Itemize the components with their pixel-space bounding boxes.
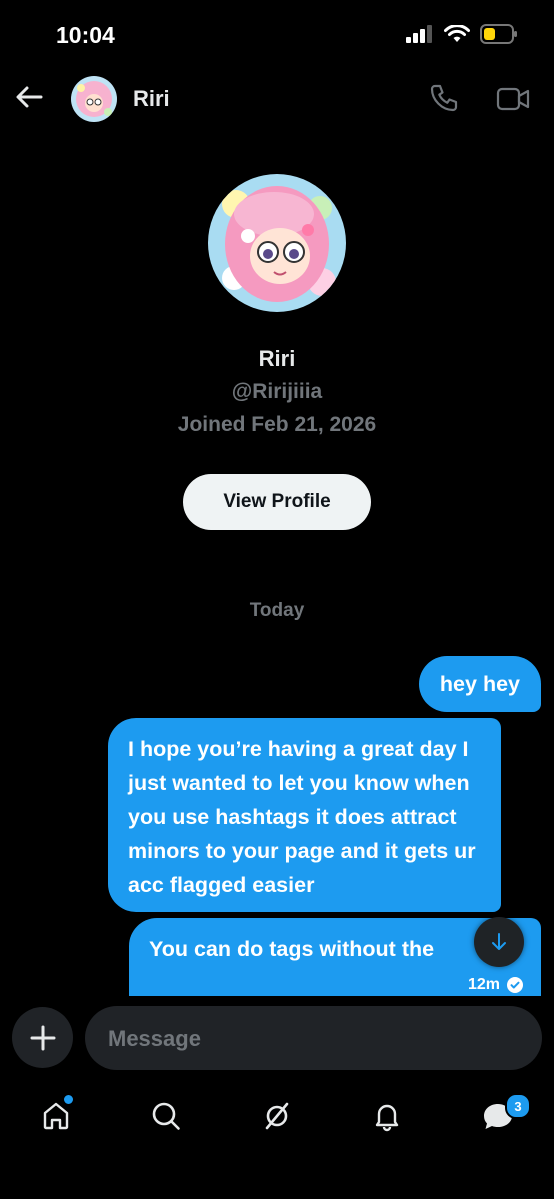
phone-icon — [430, 84, 458, 112]
arrow-down-icon — [492, 933, 506, 950]
message-text: I hope you’re having a great day I just … — [128, 737, 476, 897]
profile-joined-date: Joined Feb 21, 2026 — [177, 413, 377, 436]
scroll-to-bottom-button[interactable] — [474, 917, 524, 967]
search-icon — [152, 1102, 180, 1130]
message-bubble[interactable]: hey hey — [418, 656, 541, 712]
back-button[interactable] — [14, 82, 44, 112]
plus-icon — [30, 1025, 55, 1050]
avatar-image — [71, 76, 117, 122]
avatar-image — [208, 174, 346, 312]
message-time: 12m — [467, 976, 500, 993]
video-camera-icon — [496, 87, 530, 111]
battery-icon — [480, 24, 517, 44]
back-arrow-icon — [16, 86, 43, 108]
messages-badge: 3 — [505, 1093, 531, 1119]
add-attachment-button[interactable] — [12, 1007, 73, 1068]
view-profile-button[interactable]: View Profile — [183, 474, 371, 530]
home-notification-dot — [62, 1093, 75, 1106]
wifi-icon — [444, 25, 470, 42]
signal-icon — [406, 25, 432, 43]
tab-grok[interactable] — [257, 1096, 297, 1136]
tab-search[interactable] — [146, 1096, 186, 1136]
header-avatar[interactable] — [71, 76, 117, 122]
status-time: 10:04 — [56, 22, 115, 48]
status-icons — [406, 24, 518, 44]
profile-handle: @Ririjiiia — [231, 380, 323, 403]
tab-notifications[interactable] — [367, 1096, 407, 1136]
profile-avatar[interactable] — [208, 174, 346, 312]
grok-icon — [265, 1102, 289, 1130]
message-input[interactable] — [85, 1006, 510, 1072]
date-separator: Today — [249, 600, 305, 621]
bell-icon — [375, 1104, 399, 1132]
message-text: You can do tags without the — [149, 937, 435, 961]
message-field[interactable] — [85, 1006, 542, 1072]
video-call-button[interactable] — [496, 84, 530, 114]
message-meta: 12m — [468, 968, 523, 996]
header-name[interactable]: Riri — [133, 86, 170, 112]
message-text: hey hey — [439, 672, 520, 696]
message-bubble[interactable]: I hope you’re having a great day I just … — [108, 718, 501, 912]
profile-name: Riri — [258, 346, 296, 371]
call-button[interactable] — [428, 82, 460, 114]
read-check-icon — [507, 977, 523, 993]
